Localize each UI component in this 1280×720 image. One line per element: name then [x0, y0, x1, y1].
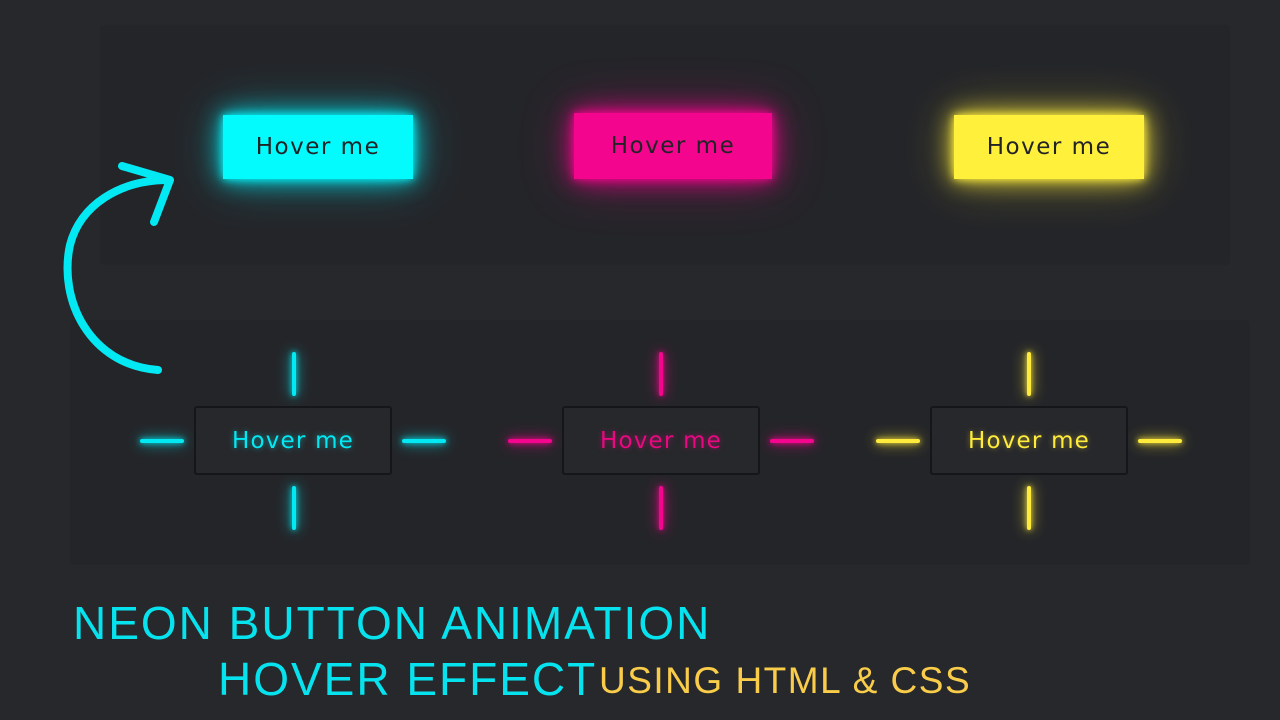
pink-neon-button-hovered[interactable]: Hover me	[574, 113, 772, 179]
cyan-left-line	[140, 439, 184, 443]
cyan-bottom-line	[292, 486, 296, 530]
yellow-top-line	[1027, 352, 1031, 396]
cyan-right-line	[402, 439, 446, 443]
pink-bottom-line	[659, 486, 663, 530]
cyan-neon-button-hovered[interactable]: Hover me	[223, 115, 413, 179]
cyan-top-line	[292, 352, 296, 396]
pink-right-line	[770, 439, 814, 443]
caption-subtitle: USING HTML & CSS	[599, 660, 972, 701]
yellow-bottom-line	[1027, 486, 1031, 530]
yellow-left-line	[876, 439, 920, 443]
caption-title-line1: NEON BUTTON ANIMATION	[73, 597, 712, 649]
pink-neon-button[interactable]: Hover me	[562, 406, 760, 475]
curved-arrow-icon	[63, 162, 174, 374]
cyan-neon-button[interactable]: Hover me	[194, 406, 392, 475]
yellow-neon-button-hovered[interactable]: Hover me	[954, 115, 1144, 179]
pink-top-line	[659, 352, 663, 396]
pink-left-line	[508, 439, 552, 443]
yellow-right-line	[1138, 439, 1182, 443]
caption-title-line2: HOVER EFFECT	[218, 653, 598, 705]
yellow-neon-button[interactable]: Hover me	[930, 406, 1128, 475]
